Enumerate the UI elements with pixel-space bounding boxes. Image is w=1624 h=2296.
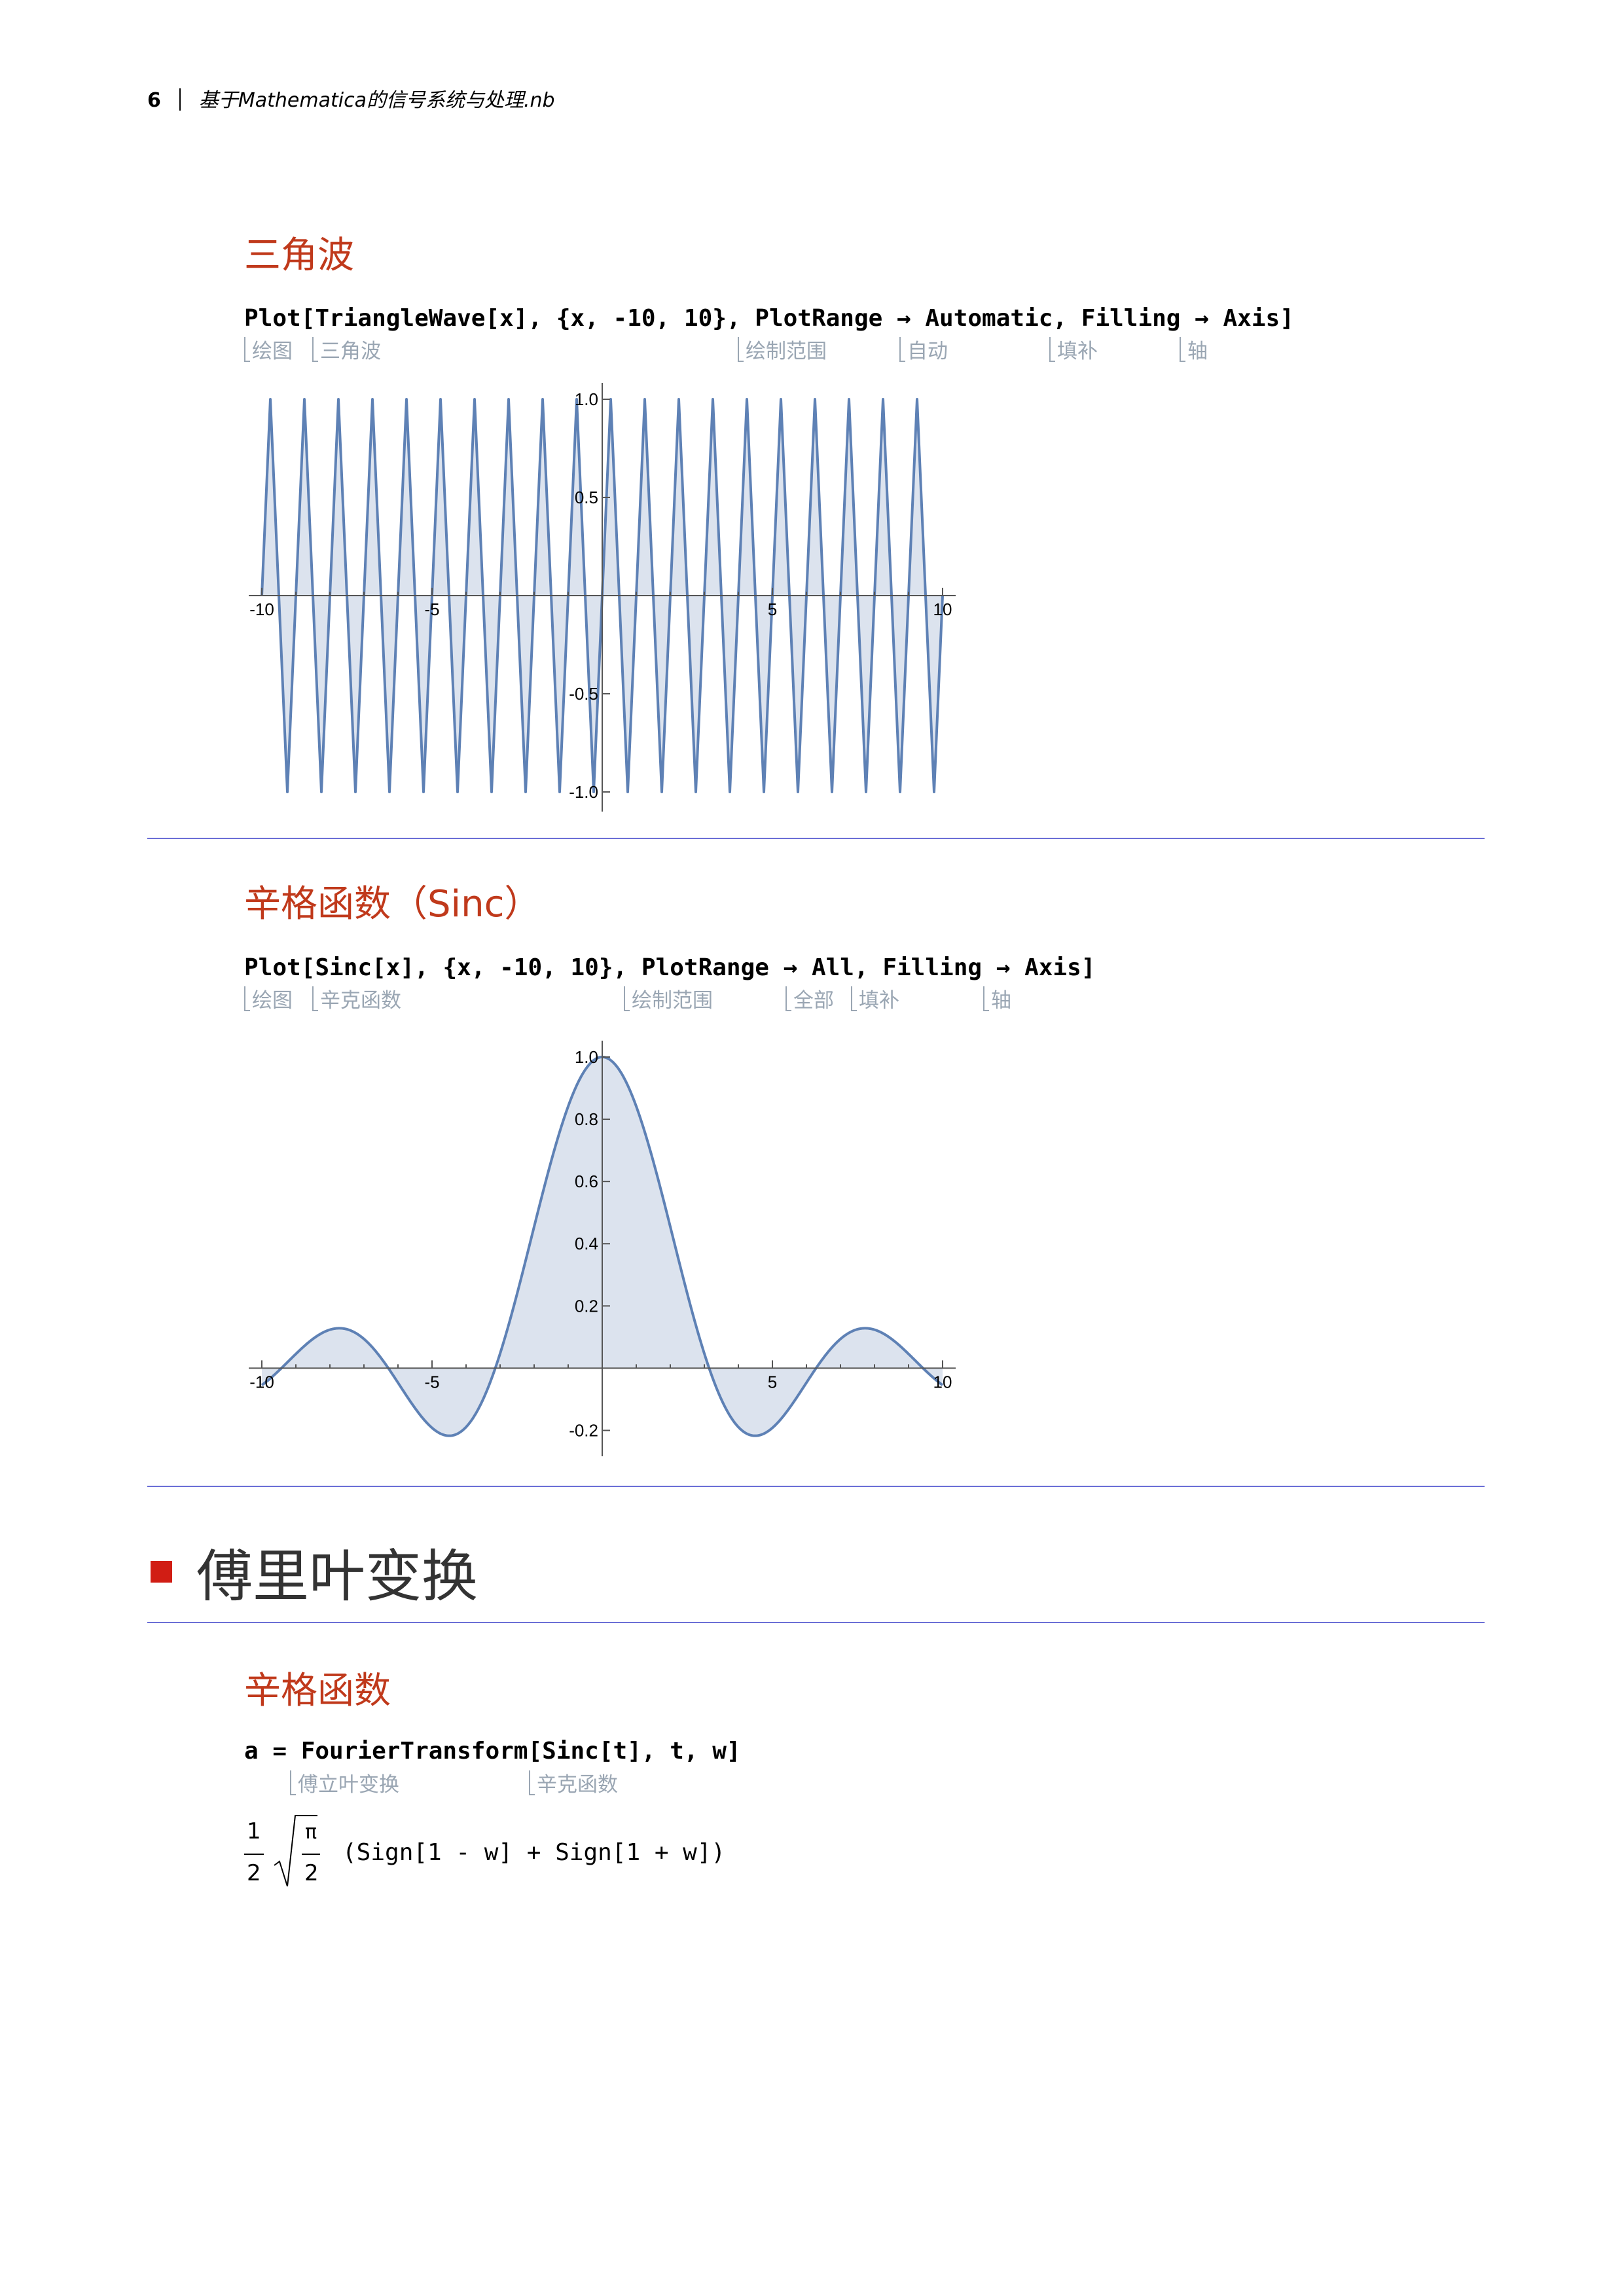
subsection-title-triangle: 三角波 [244, 234, 354, 277]
fourier-output: 1 2 π 2 (Sign[1 - w] + Sign[1 + w]) [244, 1813, 725, 1898]
code-annotation: 绘图 [244, 334, 293, 364]
y-tick-label: 0.6 [575, 1172, 598, 1191]
notebook-title: 基于Mathematica的信号系统与处理.nb [198, 89, 555, 112]
section-bullet-icon [151, 1561, 172, 1583]
code-body: [Sinc[x], {x, -10, 10}, PlotRange → All,… [300, 954, 1096, 981]
code-body: [TriangleWave[x], {x, -10, 10}, PlotRang… [300, 305, 1294, 332]
y-tick-label: -1.0 [569, 782, 598, 802]
x-tick-label: 5 [768, 1372, 777, 1391]
y-tick-label: 0.4 [575, 1234, 598, 1253]
fraction-numerator: 1 [247, 1818, 261, 1844]
triangle-wave-plot[interactable]: -10 -5 5 10 1.0 0.5 -0.5 -1.0 [236, 373, 969, 825]
x-tick-label: -10 [249, 1372, 274, 1391]
cell-divider [147, 1486, 1485, 1487]
code-annotation: 全部 [785, 984, 834, 1013]
code-annotation: 填补 [1049, 334, 1098, 364]
sinc-plot[interactable]: -10 -5 5 10 1.0 0.8 0.6 0.4 0.2 -0.2 [236, 1024, 969, 1476]
y-tick-label: -0.5 [569, 684, 598, 704]
page-header: 6 基于Mathematica的信号系统与处理.nb [147, 84, 555, 113]
y-tick-label: 1.0 [575, 389, 598, 409]
code-annotation: 绘制范围 [738, 334, 827, 364]
code-annotation: 轴 [1180, 334, 1208, 364]
fraction-bar [244, 1854, 264, 1855]
code-annotation: 辛克函数 [529, 1768, 618, 1797]
sign-expression: (Sign[1 - w] + Sign[1 + w]) [342, 1839, 726, 1866]
fraction-bar [302, 1854, 320, 1855]
subsection-title-sinc-fourier: 辛格函数 [244, 1670, 391, 1712]
y-tick-label: 0.5 [575, 488, 598, 507]
code-annotation: 三角波 [312, 334, 381, 364]
code-annotation: 填补 [851, 984, 899, 1013]
x-tick-label: -10 [249, 600, 274, 619]
code-plot-keyword: Plot [244, 954, 301, 981]
subsection-title-sinc: 辛格函数（Sinc） [244, 883, 541, 925]
x-tick-label: 5 [768, 600, 777, 619]
code-annotation: 傅立叶变换 [290, 1768, 399, 1797]
code-annotation: 轴 [983, 984, 1011, 1013]
cell-divider [147, 838, 1485, 839]
x-tick-label: -5 [424, 1372, 439, 1391]
code-input-fourier[interactable]: a = FourierTransform[Sinc[t], t, w] [244, 1738, 741, 1765]
code-input-sinc[interactable]: Plot[Sinc[x], {x, -10, 10}, PlotRange → … [244, 954, 1095, 981]
fraction-denominator: 2 [304, 1860, 319, 1886]
x-tick-label: -5 [424, 600, 439, 619]
fraction-numerator: π [305, 1821, 317, 1844]
code-annotation: 辛克函数 [312, 984, 401, 1013]
code-annotation: 绘制范围 [624, 984, 713, 1013]
fraction-denominator: 2 [247, 1860, 261, 1886]
page-number: 6 [147, 89, 161, 112]
section-divider [147, 1622, 1485, 1623]
code-input-triangle[interactable]: Plot[TriangleWave[x], {x, -10, 10}, Plot… [244, 305, 1294, 332]
y-tick-label: -0.2 [569, 1420, 598, 1440]
header-divider [179, 88, 181, 111]
x-tick-label: 10 [933, 1372, 952, 1391]
code-annotation: 绘图 [244, 984, 293, 1013]
y-tick-label: 0.8 [575, 1109, 598, 1129]
y-tick-label: 1.0 [575, 1047, 598, 1067]
y-tick-label: 0.2 [575, 1296, 598, 1316]
code-annotation: 自动 [899, 334, 948, 364]
code-plot-keyword: Plot [244, 305, 301, 332]
x-tick-label: 10 [933, 600, 952, 619]
section-title-fourier: 傅里叶变换 [196, 1544, 478, 1609]
